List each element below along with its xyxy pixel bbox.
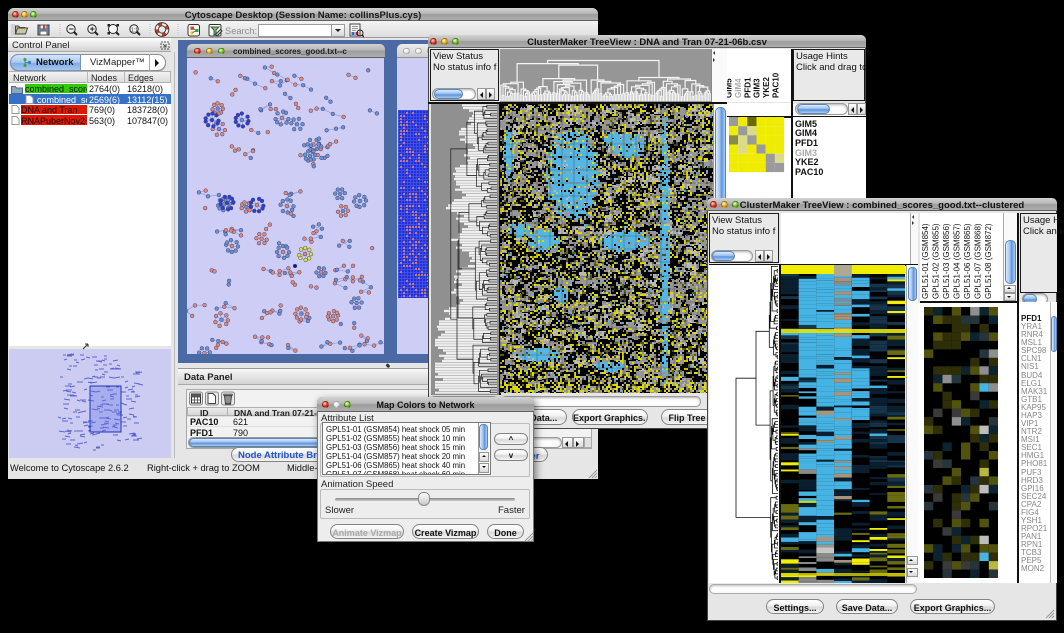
svg-text:1:1: 1:1 [131, 27, 138, 33]
svg-text:GPL51-08 (GSM872): GPL51-08 (GSM872) [984, 223, 993, 299]
svg-text:GIM5: GIM5 [727, 78, 734, 98]
svg-text:GPL51-06 (GSM865): GPL51-06 (GSM865) [963, 223, 972, 299]
svg-text:GPL51-02 (GSM855): GPL51-02 (GSM855) [932, 223, 941, 299]
svg-text:GIM3: GIM3 [753, 78, 762, 98]
svg-text:GPL51-03 (GSM856): GPL51-03 (GSM856) [942, 223, 951, 299]
svg-text:PFD1: PFD1 [743, 77, 752, 98]
svg-text:GPL51-01 (GSM854): GPL51-01 (GSM854) [921, 223, 930, 299]
svg-text:YKE2: YKE2 [762, 77, 771, 98]
svg-text:GPL51-04 (GSM857): GPL51-04 (GSM857) [953, 223, 962, 299]
svg-text:PAC10: PAC10 [772, 72, 781, 98]
svg-text:GPL51-07 (GSM868): GPL51-07 (GSM868) [974, 223, 983, 299]
svg-text:GIM4: GIM4 [734, 78, 743, 98]
